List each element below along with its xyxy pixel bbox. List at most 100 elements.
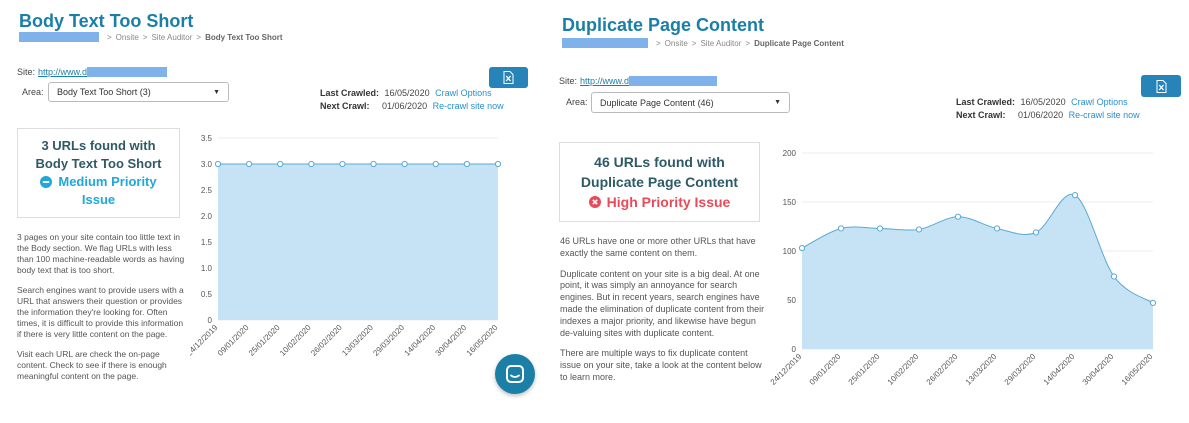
priority-text: Medium Priority [58, 174, 157, 189]
description-paragraph: There are multiple ways to fix duplicate… [560, 348, 762, 382]
data-point [246, 160, 253, 168]
data-point [1071, 192, 1079, 199]
y-tick-label: 1.0 [201, 264, 213, 273]
x-tick-label: 29/03/2020 [371, 323, 406, 358]
right-panel: Duplicate Page Content > Onsite > Site A… [545, 0, 1189, 423]
data-point [1032, 229, 1040, 236]
x-tick-label: 26/02/2020 [925, 352, 960, 387]
left-panel: Body Text Too Short > Onsite > Site Audi… [0, 0, 545, 423]
breadcrumb-onsite[interactable]: Onsite [665, 39, 688, 48]
summary-box: 3 URLs found with Body Text Too Short Me… [17, 128, 180, 218]
data-point [401, 160, 408, 168]
x-tick-label: 29/03/2020 [1003, 352, 1038, 387]
crawl-options-link[interactable]: Crawl Options [1071, 97, 1128, 107]
y-tick-label: 150 [783, 198, 797, 207]
breadcrumb-current: Body Text Too Short [205, 32, 283, 42]
site-label: Site: [559, 76, 578, 86]
y-tick-label: 200 [783, 149, 797, 158]
next-crawl-date: 01/06/2020 [1018, 110, 1064, 120]
summary-line-1: 46 URLs found with [594, 154, 725, 170]
data-point [308, 160, 315, 168]
next-crawl-label: Next Crawl: [956, 110, 1006, 120]
x-tick-label: 24/12/2019 [190, 323, 220, 358]
urls-area-chart: 05010015020024/12/2019 09/01/2020 25/01/20… [770, 149, 1157, 387]
breadcrumb-current: Duplicate Page Content [754, 38, 844, 48]
y-tick-label: 2.5 [201, 186, 213, 195]
data-point [798, 244, 806, 252]
x-tick-label: 16/05/2020 [465, 323, 500, 358]
x-circle-icon [588, 196, 601, 208]
chevron-down-icon: ▼ [213, 88, 220, 96]
description: 46 URLs have one or more other URLs that… [560, 236, 768, 393]
chat-icon [506, 365, 524, 383]
data-point [876, 225, 884, 232]
x-tick-label: 13/03/2020 [340, 323, 375, 358]
area-select-value: Body Text Too Short (3) [57, 87, 151, 97]
data-point [370, 160, 377, 168]
x-tick-label: 24/12/2019 [770, 352, 804, 387]
area-select[interactable]: Duplicate Page Content (46) ▼ [591, 92, 790, 113]
x-tick-label: 10/02/2020 [886, 352, 921, 387]
y-tick-label: 1.5 [201, 238, 213, 247]
export-excel-button[interactable] [489, 67, 528, 88]
data-point [1149, 299, 1157, 307]
x-tick-label: 30/04/2020 [434, 323, 469, 358]
last-crawled-date: 16/05/2020 [384, 88, 430, 98]
data-point [432, 160, 439, 168]
data-point [463, 160, 470, 168]
x-tick-label: 09/01/2020 [808, 352, 843, 387]
y-tick-label: 3.0 [201, 160, 213, 169]
next-crawl-date: 01/06/2020 [382, 101, 428, 111]
x-tick-label: 30/04/2020 [1081, 352, 1116, 387]
recrawl-link[interactable]: Re-crawl site now [1069, 110, 1140, 120]
area-select-value: Duplicate Page Content (46) [600, 97, 714, 108]
y-tick-label: 50 [787, 296, 796, 305]
page-title: Body Text Too Short [19, 11, 194, 31]
site-link[interactable]: http://www.d [38, 67, 87, 77]
chat-launcher-button[interactable] [495, 354, 535, 394]
y-tick-label: 0.5 [201, 290, 213, 299]
area-label: Area: [22, 87, 44, 97]
data-point [339, 160, 346, 168]
crawl-options-link[interactable]: Crawl Options [435, 88, 492, 98]
data-point [277, 160, 284, 168]
x-tick-label: 26/02/2020 [309, 323, 344, 358]
area-select[interactable]: Body Text Too Short (3) ▼ [48, 82, 229, 102]
x-tick-label: 16/05/2020 [1120, 352, 1155, 387]
description-paragraph: 46 URLs have one or more other URLs that… [560, 236, 756, 258]
priority-text-2: Issue [81, 192, 116, 207]
area-fill [218, 164, 498, 320]
x-tick-label: 14/04/2020 [403, 323, 438, 358]
recrawl-link[interactable]: Re-crawl site now [433, 101, 504, 111]
last-crawled-label: Last Crawled: [956, 97, 1016, 107]
breadcrumb: > Onsite > Site Auditor > Body Text Too … [19, 32, 283, 42]
excel-file-icon [1156, 79, 1166, 93]
next-crawl-label: Next Crawl: [320, 101, 370, 111]
data-point [1110, 273, 1118, 280]
excel-file-icon [503, 71, 514, 84]
redacted-breadcrumb [19, 32, 99, 42]
area-fill [802, 194, 1153, 349]
data-point [214, 160, 222, 168]
priority-label: High Priority Issue [560, 192, 759, 212]
data-point [954, 213, 962, 220]
page-title: Duplicate Page Content [562, 15, 765, 35]
last-crawled-label: Last Crawled: [320, 88, 380, 98]
data-point [915, 226, 923, 233]
summary-line-1: 3 URLs found with [41, 138, 156, 153]
breadcrumb-onsite[interactable]: Onsite [116, 33, 139, 42]
breadcrumb-site-auditor[interactable]: Site Auditor [151, 33, 192, 42]
description-paragraph: Visit each URL are check the on-page con… [17, 349, 167, 381]
redacted-breadcrumb [562, 38, 648, 48]
area-label: Area: [566, 97, 588, 107]
breadcrumb-site-auditor[interactable]: Site Auditor [700, 39, 741, 48]
data-point [837, 225, 845, 232]
priority-text: High Priority Issue [606, 194, 731, 210]
x-tick-label: 25/01/2020 [247, 323, 282, 358]
y-tick-label: 2.0 [201, 212, 213, 221]
site-link[interactable]: http://www.d [580, 76, 629, 86]
x-tick-label: 25/01/2020 [847, 352, 882, 387]
export-excel-button[interactable] [1141, 75, 1181, 97]
urls-area-chart: 00.51.01.52.02.53.03.524/12/201909/01/20… [190, 134, 502, 358]
description-paragraph: Search engines want to provide users wit… [17, 285, 184, 339]
